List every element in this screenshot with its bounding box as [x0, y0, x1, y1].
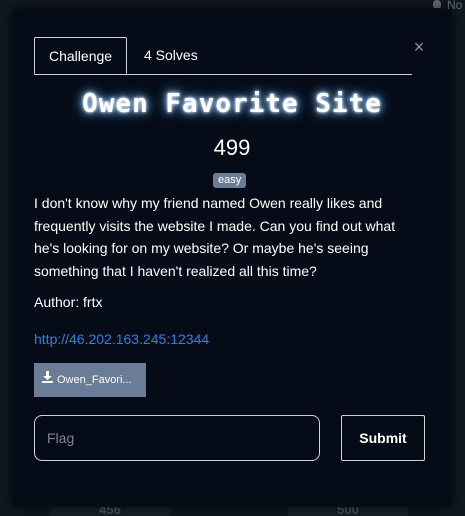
challenge-modal: × Challenge 4 Solves Owen Favorite Site … — [12, 9, 452, 507]
difficulty-badge: easy — [213, 173, 247, 188]
close-icon[interactable]: × — [412, 38, 426, 56]
tab-solves[interactable]: 4 Solves — [130, 37, 212, 73]
challenge-link[interactable]: http://46.202.163.245:12344 — [34, 331, 209, 347]
challenge-description: I don't know why my friend named Owen re… — [34, 195, 396, 279]
flag-input[interactable] — [34, 415, 320, 461]
challenge-points: 499 — [213, 135, 251, 160]
challenge-title: Owen Favorite Site — [82, 89, 382, 119]
download-file-button[interactable]: Owen_Favori... — [34, 363, 146, 397]
tab-challenge[interactable]: Challenge — [34, 37, 128, 74]
tab-bar: Challenge 4 Solves — [34, 37, 412, 75]
download-icon — [42, 363, 53, 397]
file-label: Owen_Favori... — [57, 374, 132, 386]
challenge-author: Author: frtx — [34, 294, 103, 310]
submit-button[interactable]: Submit — [341, 415, 425, 461]
